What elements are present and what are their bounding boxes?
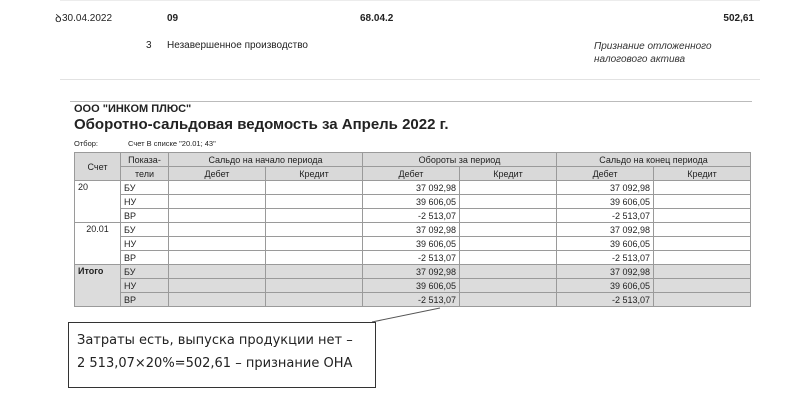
callout-line-2: 2 513,07×20%=502,61 – признание ОНА (77, 356, 353, 371)
annotation-callout: Затраты есть, выпуска продукции нет – 2 … (68, 322, 376, 388)
callout-line-1: Затраты есть, выпуска продукции нет – (77, 333, 353, 348)
